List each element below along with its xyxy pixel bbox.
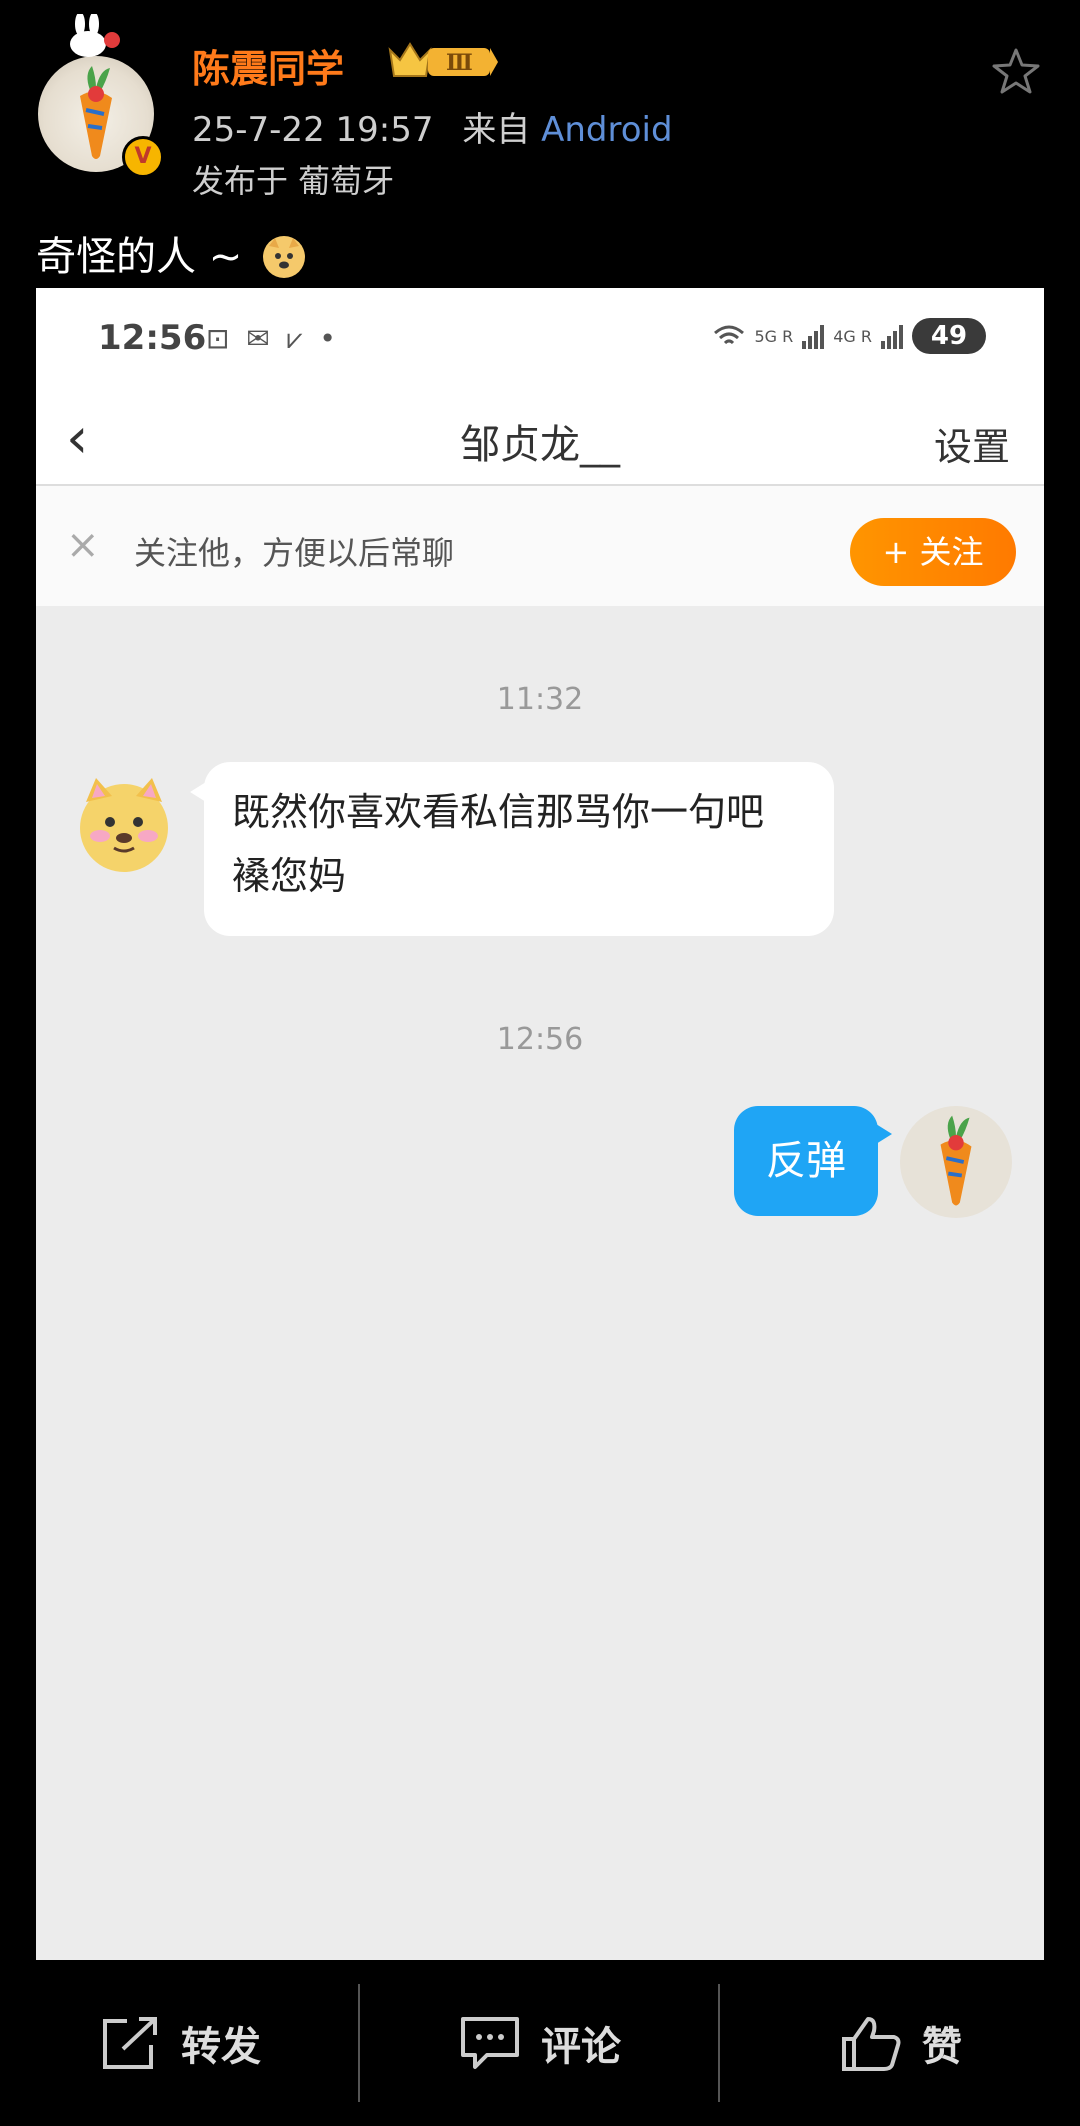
status-right: 5G R 4G R 49	[712, 318, 986, 354]
doge-emoji-icon	[262, 236, 305, 278]
repost-label: 转发	[181, 2024, 261, 2070]
status-bar: 12:56 ⊡ ✉ ⩗ • 5G R 4G R 49	[36, 288, 1044, 388]
star-icon[interactable]	[990, 46, 1042, 98]
status-notification-icons: ⊡ ✉ ⩗ •	[206, 322, 340, 355]
my-avatar[interactable]	[900, 1106, 1012, 1218]
signal-4g-icon	[881, 325, 903, 349]
follow-banner: × 关注他，方便以后常聊 + 关注	[36, 486, 1044, 606]
repost-icon	[103, 2017, 157, 2069]
net-4g-label: 4G R	[833, 326, 872, 346]
like-icon	[842, 2017, 901, 2071]
badge-level-text: Ⅲ	[446, 50, 473, 76]
battery-indicator: 49	[912, 318, 986, 354]
comment-label: 评论	[541, 2024, 621, 2070]
post-action-bar: 转发 评论 赞	[0, 1960, 1080, 2126]
post-meta: 25-7-22 19:57 来自 Android	[192, 102, 673, 151]
follow-hint: 关注他，方便以后常聊	[134, 534, 455, 572]
post-datetime: 25-7-22 19:57	[192, 110, 434, 150]
from-label: 来自	[462, 110, 531, 150]
comment-button[interactable]: 评论	[360, 1960, 718, 2126]
net-5g-label: 5G R	[754, 326, 794, 346]
message-timestamp: 12:56	[496, 1022, 584, 1057]
carrot-avatar-art	[940, 1115, 972, 1206]
post-source-link[interactable]: Android	[541, 110, 672, 150]
comment-icon	[461, 2017, 519, 2069]
caption-text: 奇怪的人 ~	[36, 234, 243, 280]
follow-button[interactable]: + 关注	[850, 518, 1016, 586]
chat-title: 邹贞龙__	[460, 422, 620, 468]
message-bubble-sent[interactable]: 反弹	[734, 1106, 892, 1216]
chat-screenshot: 12:56 ⊡ ✉ ⩗ • 5G R 4G R 49 ‹ 邹贞龙__ 设置 × …	[36, 288, 1044, 1960]
message-bubble-received[interactable]: 既然你喜欢看私信那骂你一句吧 褬您妈	[190, 762, 834, 936]
like-label: 赞	[922, 2024, 962, 2070]
wifi-icon	[714, 325, 745, 345]
verified-icon: V	[122, 136, 164, 178]
status-time: 12:56	[98, 318, 207, 358]
like-button[interactable]: 赞	[720, 1960, 1080, 2126]
author-avatar[interactable]: V	[38, 56, 164, 178]
post-caption: 奇怪的人 ~	[36, 224, 305, 282]
signal-5g-icon	[802, 325, 825, 349]
close-icon[interactable]: ×	[66, 522, 100, 568]
message-timestamp: 11:32	[496, 682, 584, 717]
crown-badge-icon: Ⅲ	[388, 42, 498, 77]
chat-navbar: ‹ 邹贞龙__ 设置	[36, 388, 1044, 486]
post-location: 发布于 葡萄牙	[192, 162, 395, 200]
contact-avatar[interactable]	[72, 772, 176, 876]
author-name[interactable]: 陈震同学	[192, 38, 344, 93]
rabbit-decoration-icon	[70, 14, 120, 57]
settings-button[interactable]: 设置	[934, 416, 1010, 471]
repost-button[interactable]: 转发	[0, 1960, 358, 2126]
